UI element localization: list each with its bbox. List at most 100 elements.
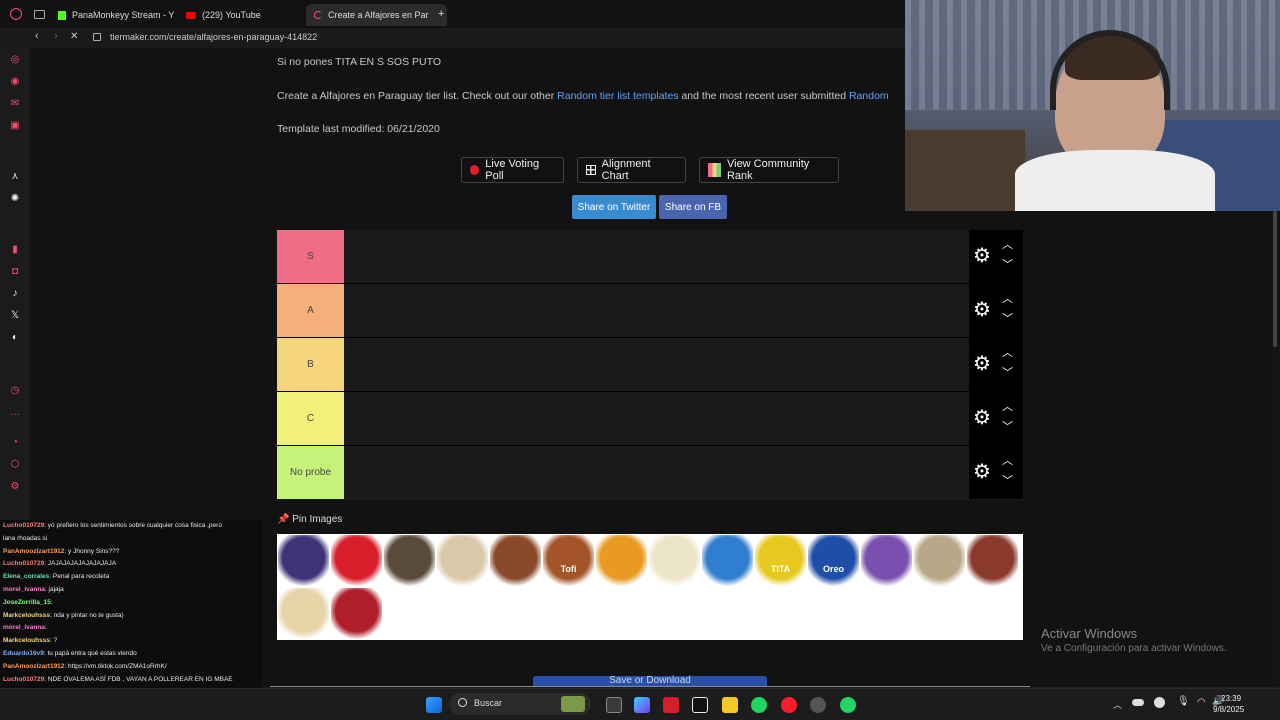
tab-kick[interactable]: PanaMonkeyy Stream - Y	[50, 4, 191, 26]
gear-icon[interactable]: ⚙	[973, 300, 991, 320]
chevron-up-icon[interactable]: ︿	[1002, 456, 1013, 467]
tier-label-no-probe[interactable]: No probe	[277, 446, 344, 499]
obs-icon[interactable]	[810, 697, 826, 713]
alfajor-oreo-image[interactable]: Oreo	[808, 535, 859, 586]
sidebar-instagram-icon[interactable]: ◘	[9, 266, 21, 278]
sidebar-history-icon[interactable]: ◷	[9, 385, 21, 397]
chevron-down-icon[interactable]: ﹀	[1002, 314, 1013, 325]
sidebar-messenger-icon[interactable]: ◉	[9, 76, 21, 88]
sidebar-whatsapp-icon[interactable]: ✉	[9, 98, 21, 110]
browser-menu-icon[interactable]	[10, 8, 22, 20]
scrollbar-thumb[interactable]	[1273, 211, 1277, 347]
alignment-chart-button[interactable]: Alignment Chart	[577, 157, 686, 183]
sidebar-ai-icon[interactable]: ⋏	[9, 171, 21, 183]
alfajor-milka-image[interactable]	[861, 535, 912, 586]
alfajor-5-image[interactable]	[490, 535, 541, 586]
new-tab-button[interactable]: +	[438, 8, 444, 20]
sidebar-aria-icon[interactable]: ◎	[9, 54, 21, 66]
chat-username[interactable]: Lucho010729	[3, 522, 44, 529]
pin-images-toggle[interactable]: 📌 Pin Images	[277, 514, 342, 525]
tray-chevron-up-icon[interactable]: ︿	[1113, 698, 1122, 711]
tab-manager-icon[interactable]	[34, 10, 45, 19]
alfajor-9-image[interactable]	[702, 535, 753, 586]
sidebar-settings-icon[interactable]: ⚙	[9, 481, 21, 493]
sidebar-chatgpt-icon[interactable]: ✺	[9, 193, 21, 205]
alfajor-8-image[interactable]	[649, 535, 700, 586]
page-scrollbar[interactable]	[1270, 211, 1280, 687]
chat-username[interactable]: Markcelouhsss	[3, 612, 50, 619]
url-text[interactable]: tiermaker.com/create/alfajores-en-paragu…	[110, 32, 317, 42]
chevron-up-icon[interactable]: ︿	[1002, 240, 1013, 251]
sidebar-x-icon[interactable]: 𝕏	[9, 310, 21, 322]
file-explorer-icon[interactable]	[722, 697, 738, 713]
chat-username[interactable]: Eduardo16v9	[3, 650, 44, 657]
chevron-down-icon[interactable]: ﹀	[1002, 368, 1013, 379]
random-templates-link[interactable]: Random tier list templates	[557, 90, 678, 102]
alfajor-2-image[interactable]	[331, 535, 382, 586]
tier-label-s[interactable]: S	[277, 230, 344, 283]
tier-row-b[interactable]: B ⚙ ︿ ﹀	[277, 338, 1023, 392]
chat-username[interactable]: Lucho010729	[3, 676, 44, 683]
task-view-icon[interactable]	[606, 697, 622, 713]
copilot-icon[interactable]	[634, 697, 650, 713]
chevron-up-icon[interactable]: ︿	[1002, 294, 1013, 305]
sidebar-music-icon[interactable]: ▣	[9, 120, 21, 132]
tab-tiermaker[interactable]: Create a Alfajores en Par	[306, 4, 447, 26]
chevron-down-icon[interactable]: ﹀	[1002, 476, 1013, 487]
taskbar-search[interactable]: Buscar	[449, 693, 591, 715]
chat-username[interactable]: PanAmoozlzart1912	[3, 663, 64, 670]
gear-icon[interactable]: ⚙	[973, 246, 991, 266]
sidebar-twitch-icon[interactable]: ▮	[9, 244, 21, 256]
gear-icon[interactable]: ⚙	[973, 354, 991, 374]
chevron-up-icon[interactable]: ︿	[1002, 348, 1013, 359]
view-community-rank-button[interactable]: View Community Rank	[699, 157, 839, 183]
random-submitted-link[interactable]: Random	[849, 90, 889, 102]
chat-username[interactable]: Lucho010729	[3, 560, 44, 567]
sidebar-tiktok-icon[interactable]: ♪	[9, 288, 21, 300]
alfajor-16-image[interactable]	[331, 588, 382, 639]
whatsapp-icon[interactable]	[840, 697, 856, 713]
tier-label-b[interactable]: B	[277, 338, 344, 391]
chat-username[interactable]: JoseZorrilla_15	[3, 599, 51, 606]
taskbar-date[interactable]: 9/8/2025	[1213, 705, 1244, 714]
capcut-icon[interactable]	[692, 697, 708, 713]
onedrive-icon[interactable]	[1132, 699, 1144, 706]
wps-icon[interactable]	[663, 697, 679, 713]
alfajor-3-image[interactable]	[384, 535, 435, 586]
opera-gx-icon[interactable]	[781, 697, 797, 713]
chevron-down-icon[interactable]: ﹀	[1002, 422, 1013, 433]
tier-row-c[interactable]: C ⚙ ︿ ﹀	[277, 392, 1023, 446]
taskbar-time[interactable]: 23:39	[1221, 694, 1241, 703]
windows-start-icon[interactable]	[426, 697, 442, 713]
chat-username[interactable]: PanAmoozlzart1912	[3, 548, 64, 555]
alfajor-1-image[interactable]	[278, 535, 329, 586]
back-icon[interactable]: ‹	[35, 30, 39, 42]
sidebar-clock-icon[interactable]: ◔	[9, 437, 21, 449]
forward-icon[interactable]: ›	[54, 30, 58, 42]
chevron-down-icon[interactable]: ﹀	[1002, 260, 1013, 271]
wifi-icon[interactable]: ◠	[1197, 697, 1206, 708]
chat-username[interactable]: Markcelouhsss	[3, 637, 50, 644]
tab-youtube[interactable]: (229) YouTube	[178, 4, 319, 26]
tier-row-no-probe[interactable]: No probe ⚙ ︿ ﹀	[277, 446, 1023, 499]
sidebar-more-icon[interactable]: …	[9, 407, 21, 419]
tier-row-s[interactable]: S ⚙ ︿ ﹀	[277, 230, 1023, 284]
spotify-icon[interactable]	[751, 697, 767, 713]
alfajor-4-image[interactable]	[437, 535, 488, 586]
tier-row-a[interactable]: A ⚙ ︿ ﹀	[277, 284, 1023, 338]
gear-icon[interactable]: ⚙	[973, 462, 991, 482]
sidebar-discord-icon[interactable]: ◐	[9, 332, 21, 344]
share-fb-button[interactable]: Share on FB	[659, 195, 727, 219]
alfajor-tofi-image[interactable]: Tofi	[543, 535, 594, 586]
tier-label-c[interactable]: C	[277, 392, 344, 445]
sidebar-extensions-icon[interactable]: ⬡	[9, 459, 21, 471]
alfajor-13-image[interactable]	[914, 535, 965, 586]
alfajor-15-image[interactable]	[278, 588, 329, 639]
chat-username[interactable]: morel_ivanna	[3, 586, 45, 593]
steam-icon[interactable]	[1154, 697, 1165, 708]
alfajor-7-image[interactable]	[596, 535, 647, 586]
chevron-up-icon[interactable]: ︿	[1002, 402, 1013, 413]
chat-username[interactable]: morel_ivanna	[3, 624, 45, 631]
alfajor-tita-image[interactable]: TITA	[755, 535, 806, 586]
alfajor-14-image[interactable]	[967, 535, 1018, 586]
